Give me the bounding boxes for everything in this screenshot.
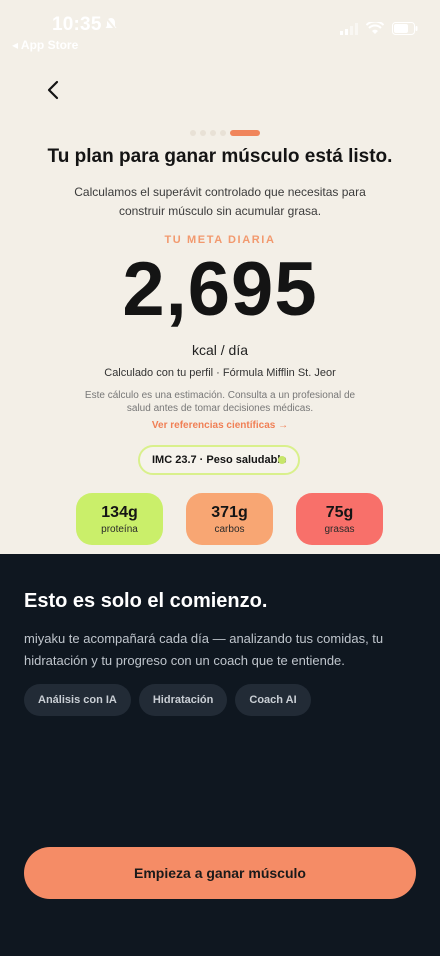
bmi-status-dot — [278, 456, 286, 464]
macro-label: grasas — [324, 523, 355, 535]
step-progress — [190, 130, 260, 136]
status-bar: 10:35 ◂ App Store — [0, 0, 440, 56]
bmi-text: IMC 23.7 · Peso saludable — [152, 454, 287, 466]
back-to-app-store[interactable]: ◂ App Store — [12, 38, 78, 52]
chip-hydration[interactable]: Hidratación — [138, 684, 228, 716]
feature-chips: Análisis con IA Hidratación Coach AI — [24, 684, 311, 716]
wifi-icon — [366, 22, 384, 34]
status-time: 10:35 — [52, 14, 102, 35]
progress-dot — [220, 130, 226, 136]
chip-coach-ai[interactable]: Coach AI — [235, 684, 311, 716]
macro-card-fat: 75g grasas — [296, 493, 383, 545]
system-icons — [340, 22, 418, 35]
macro-value: 134g — [101, 503, 138, 521]
macro-value: 371g — [211, 503, 248, 521]
progress-dot — [190, 130, 196, 136]
battery-icon — [392, 22, 418, 35]
chip-ai-analysis[interactable]: Análisis con IA — [24, 684, 131, 716]
bottom-panel: Esto es solo el comienzo. miyaku te acom… — [0, 554, 440, 956]
progress-dot — [210, 130, 216, 136]
macro-label: proteína — [101, 523, 138, 535]
progress-dot — [200, 130, 206, 136]
bell-muted-icon — [105, 17, 117, 31]
progress-dot-active — [230, 130, 260, 136]
bottom-title: Esto es solo el comienzo. — [24, 590, 268, 612]
signal-icon — [340, 22, 358, 35]
calculation-note: Calculado con tu perfil · Fórmula Miffli… — [104, 367, 336, 379]
back-chevron-icon[interactable] — [40, 76, 68, 104]
bmi-badge: IMC 23.7 · Peso saludable — [138, 445, 300, 475]
macro-label: carbos — [214, 523, 245, 535]
page-title: Tu plan para ganar músculo está listo. — [47, 146, 393, 167]
daily-goal-label: TU META DIARIA — [164, 234, 276, 246]
medical-disclaimer: Este cálculo es una estimación. Consulta… — [84, 390, 356, 414]
macro-value: 75g — [325, 503, 354, 521]
macro-card-carbs: 371g carbos — [186, 493, 273, 545]
calorie-goal-value: 2,695 — [122, 247, 318, 332]
start-building-muscle-button[interactable]: Empieza a ganar músculo — [24, 847, 416, 899]
bottom-description: miyaku te acompañará cada día — analizan… — [24, 631, 384, 668]
macro-card-protein: 134g proteína — [76, 493, 163, 545]
scientific-references-link[interactable]: Ver referencias científicas → — [0, 420, 440, 431]
page-subtitle: Calculamos el superávit controlado que n… — [74, 185, 366, 218]
macro-cards: 134g proteína 371g carbos 75g grasas — [76, 493, 383, 545]
calorie-unit: kcal / día — [191, 342, 249, 358]
